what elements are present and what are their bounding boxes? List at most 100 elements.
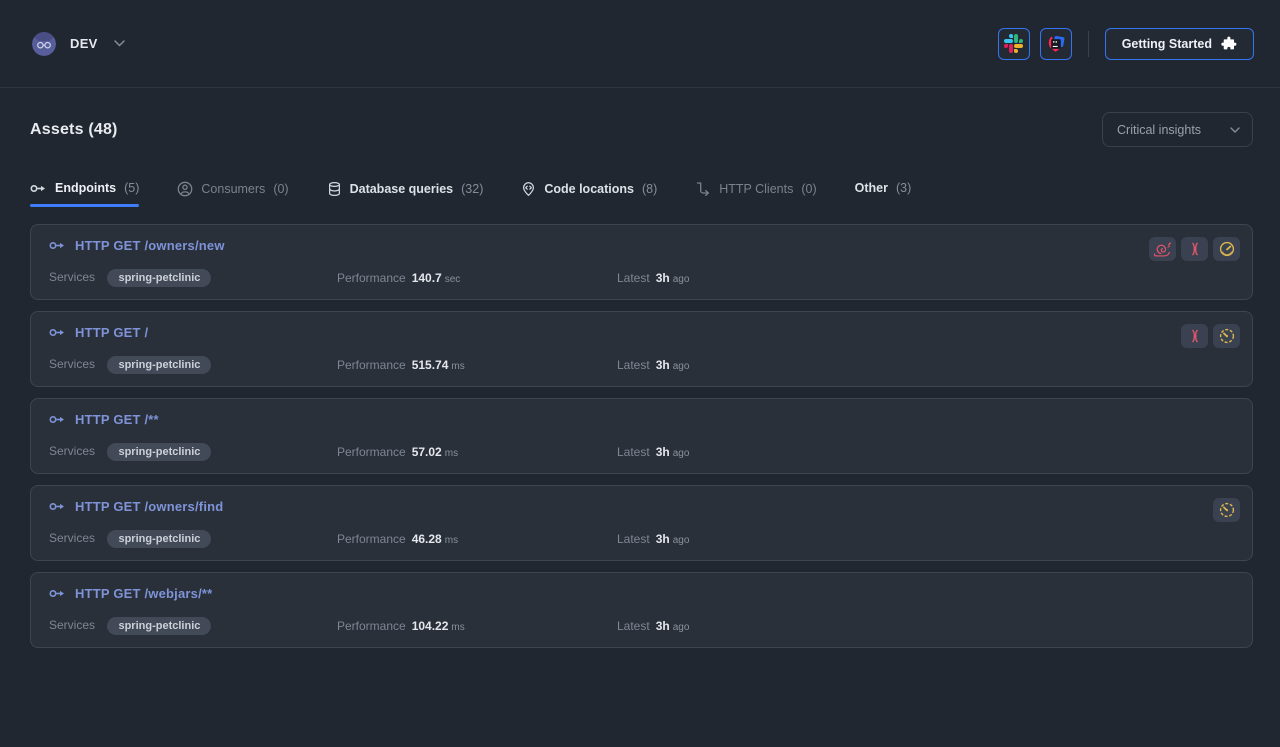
asset-title-link[interactable]: HTTP GET /webjars/** — [75, 586, 212, 601]
database-icon — [327, 181, 342, 197]
clock-insight-badge[interactable] — [1213, 498, 1240, 522]
tab-code-locations[interactable]: Code locations (8) — [521, 181, 657, 209]
services-label: Services — [49, 618, 95, 632]
performance-label: Performance — [337, 619, 406, 633]
puzzle-icon — [1221, 36, 1237, 52]
performance-value: 46.28 — [412, 532, 442, 546]
tab-http-clients[interactable]: HTTP Clients (0) — [695, 181, 816, 209]
latest-label: Latest — [617, 445, 650, 459]
clock-icon — [1219, 328, 1235, 344]
scaling-icon — [1188, 241, 1202, 257]
performance-label: Performance — [337, 271, 406, 285]
gauge-icon — [1219, 241, 1235, 257]
endpoint-icon — [49, 588, 66, 599]
service-badge: spring-petclinic — [107, 443, 211, 461]
tab-label: HTTP Clients — [719, 182, 793, 196]
slack-button[interactable] — [998, 28, 1030, 60]
endpoint-icon — [49, 414, 66, 425]
latest-label: Latest — [617, 532, 650, 546]
clock-insight-badge[interactable] — [1213, 324, 1240, 348]
top-bar: DEV — [0, 0, 1280, 88]
consumer-icon — [177, 181, 193, 197]
latest-value: 3h — [656, 532, 670, 546]
environment-switcher[interactable]: DEV — [32, 32, 125, 56]
chevron-down-icon — [1230, 127, 1240, 133]
tab-count: (0) — [273, 182, 288, 196]
asset-list: HTTP GET /owners/new Services spring-pet… — [30, 224, 1253, 648]
divider — [1088, 31, 1089, 57]
performance-unit: sec — [445, 274, 461, 285]
service-badge: spring-petclinic — [107, 617, 211, 635]
services-label: Services — [49, 357, 95, 371]
performance-unit: ms — [445, 535, 458, 546]
latest-unit: ago — [673, 535, 690, 546]
performance-value: 515.74 — [412, 358, 449, 372]
page-title: Assets (48) — [30, 121, 118, 139]
asset-card[interactable]: HTTP GET /webjars/** Services spring-pet… — [30, 572, 1253, 648]
tab-count: (3) — [896, 181, 911, 195]
snail-insight-badge[interactable] — [1149, 237, 1176, 261]
chevron-down-icon — [114, 40, 125, 47]
asset-title-link[interactable]: HTTP GET / — [75, 325, 148, 340]
services-label: Services — [49, 531, 95, 545]
tab-database-queries[interactable]: Database queries (32) — [327, 181, 484, 209]
tab-count: (8) — [642, 182, 657, 196]
latest-label: Latest — [617, 358, 650, 372]
performance-label: Performance — [337, 358, 406, 372]
tab-label: Endpoints — [55, 181, 116, 195]
tab-endpoints[interactable]: Endpoints (5) — [30, 181, 139, 207]
performance-unit: ms — [451, 622, 464, 633]
endpoint-icon — [49, 240, 66, 251]
environment-name: DEV — [70, 36, 98, 51]
critical-insights-filter[interactable]: Critical insights — [1102, 112, 1253, 147]
main-content: Assets (48) Critical insights Endpoints … — [0, 88, 1280, 648]
endpoint-icon — [49, 327, 66, 338]
asset-title-link[interactable]: HTTP GET /owners/new — [75, 238, 225, 253]
services-label: Services — [49, 270, 95, 284]
latest-label: Latest — [617, 271, 650, 285]
latest-label: Latest — [617, 619, 650, 633]
snail-icon — [1153, 241, 1172, 257]
getting-started-button[interactable]: Getting Started — [1105, 28, 1254, 60]
endpoint-icon — [49, 501, 66, 512]
tab-count: (5) — [124, 181, 139, 195]
filter-label: Critical insights — [1117, 123, 1201, 137]
tab-count: (0) — [801, 182, 816, 196]
tab-other[interactable]: Other (3) — [855, 181, 912, 207]
tab-label: Other — [855, 181, 888, 195]
tab-consumers[interactable]: Consumers (0) — [177, 181, 288, 209]
tab-count: (32) — [461, 182, 483, 196]
service-badge: spring-petclinic — [107, 530, 211, 548]
tab-label: Database queries — [350, 182, 454, 196]
clock-icon — [1219, 502, 1235, 518]
latest-value: 3h — [656, 358, 670, 372]
latest-value: 3h — [656, 271, 670, 285]
scaling-icon — [1188, 328, 1202, 344]
insight-badges — [1181, 324, 1240, 348]
asset-title-link[interactable]: HTTP GET /** — [75, 412, 159, 427]
top-actions: Getting Started — [998, 28, 1254, 60]
performance-value: 57.02 — [412, 445, 442, 459]
asset-card[interactable]: HTTP GET /owners/find Services spring-pe… — [30, 485, 1253, 561]
asset-tabs: Endpoints (5) Consumers (0) Database que… — [30, 181, 1253, 209]
service-badge: spring-petclinic — [107, 356, 211, 374]
asset-card[interactable]: HTTP GET /** Services spring-petclinic P… — [30, 398, 1253, 474]
performance-unit: ms — [445, 448, 458, 459]
scaling-insight-badge[interactable] — [1181, 324, 1208, 348]
jetbrains-button[interactable] — [1040, 28, 1072, 60]
performance-label: Performance — [337, 532, 406, 546]
asset-card[interactable]: HTTP GET /owners/new Services spring-pet… — [30, 224, 1253, 300]
scaling-insight-badge[interactable] — [1181, 237, 1208, 261]
services-label: Services — [49, 444, 95, 458]
latest-unit: ago — [673, 622, 690, 633]
latest-unit: ago — [673, 361, 690, 372]
code-location-icon — [521, 181, 536, 197]
asset-title-link[interactable]: HTTP GET /owners/find — [75, 499, 223, 514]
tab-label: Consumers — [201, 182, 265, 196]
gauge-insight-badge[interactable] — [1213, 237, 1240, 261]
service-badge: spring-petclinic — [107, 269, 211, 287]
asset-card[interactable]: HTTP GET / Services spring-petclinic Per… — [30, 311, 1253, 387]
http-client-icon — [695, 181, 711, 197]
getting-started-label: Getting Started — [1122, 37, 1212, 51]
latest-unit: ago — [673, 274, 690, 285]
